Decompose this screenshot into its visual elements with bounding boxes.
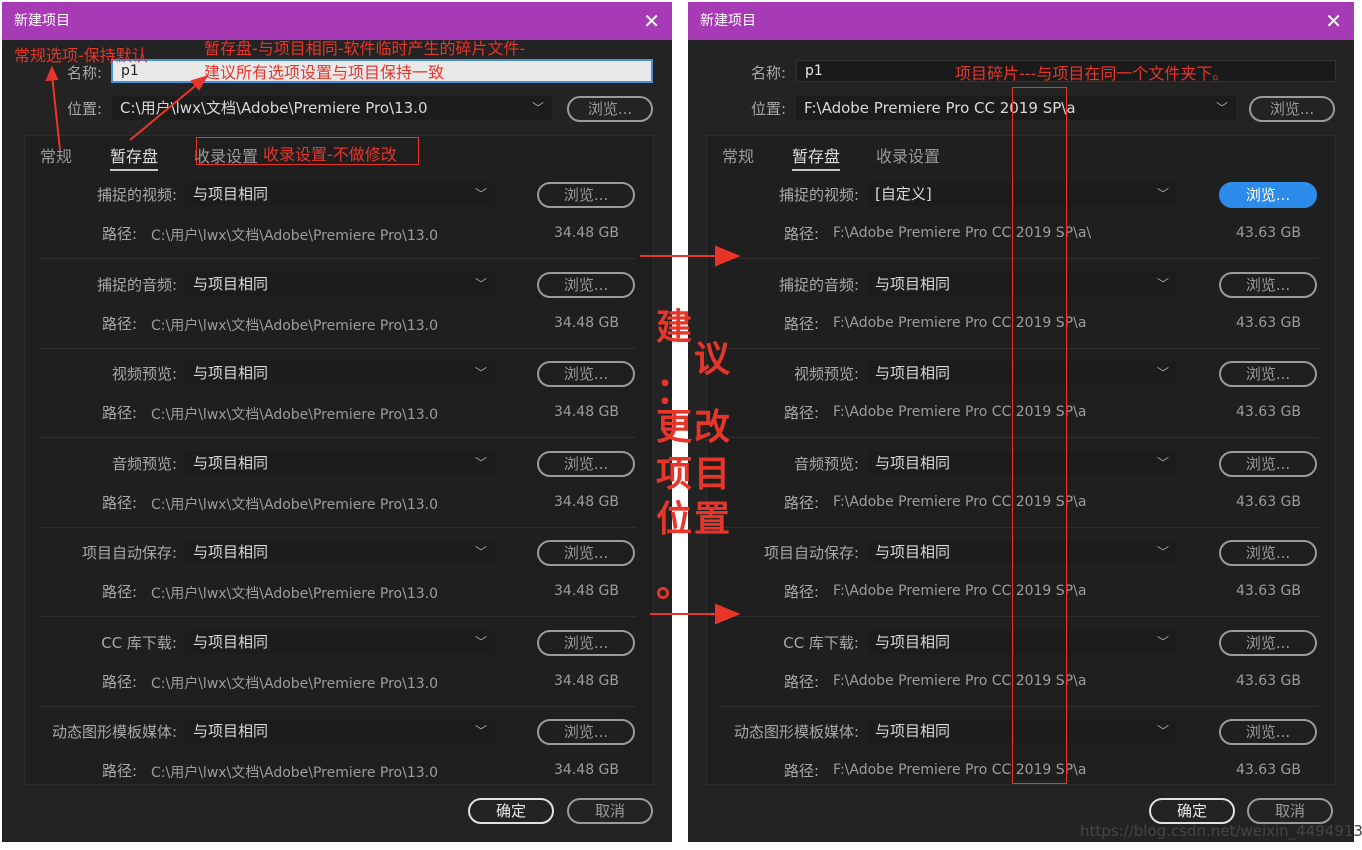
annotation-arrows <box>45 65 741 625</box>
arrow-to-scratch-tab <box>129 81 201 141</box>
arrow-to-general-tab <box>51 74 61 151</box>
watermark-url: https://blog.csdn.net/weixin_44949135 <box>1080 822 1362 840</box>
arrow-head <box>45 65 59 82</box>
arrow-head <box>715 603 741 625</box>
arrow-head <box>715 245 741 267</box>
